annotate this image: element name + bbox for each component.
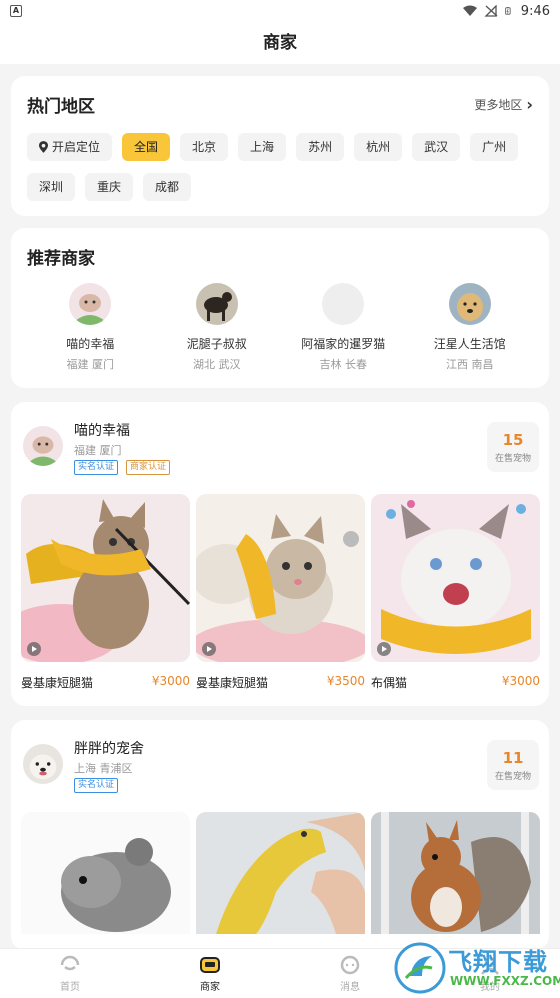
- avatar: [69, 283, 112, 325]
- battery-icon: [505, 7, 511, 15]
- hot-regions-title: 热门地区: [27, 97, 95, 117]
- shop-location: 福建 厦门: [74, 444, 122, 457]
- wifi-icon: [462, 5, 477, 16]
- pet-card[interactable]: 曼基康短腿猫 ¥3000: [21, 494, 190, 691]
- pet-photo: [21, 812, 190, 934]
- pet-price: ¥3000: [501, 674, 540, 688]
- region-chip-chengdu[interactable]: 成都: [143, 173, 192, 201]
- pets-on-sale-label: 在售宠物: [494, 454, 531, 464]
- merchant-badge: 商家认证: [126, 460, 171, 475]
- app-notification-icon: A: [10, 5, 22, 17]
- pet-photo: [196, 812, 365, 934]
- chevron-right-icon: ›: [526, 95, 533, 114]
- tab-messages[interactable]: 消息: [280, 949, 420, 998]
- region-chip-chongqing[interactable]: 重庆: [85, 173, 134, 201]
- pet-name: 曼基康短腿猫: [196, 676, 269, 690]
- region-chips: 开启定位 全国 北京 上海 苏州 杭州 武汉 广州 深圳 重庆 成都: [27, 133, 533, 201]
- avatar: [448, 283, 491, 325]
- recommended-merchant-item[interactable]: 汪星人生活馆 江西 南昌: [410, 283, 530, 372]
- pet-price: ¥3000: [151, 674, 190, 688]
- merchant-location: 吉林 长春: [319, 358, 368, 371]
- tab-label: 消息: [340, 982, 360, 993]
- tab-merchants[interactable]: 商家: [140, 949, 280, 998]
- avatar: [23, 744, 63, 784]
- pet-photo: [371, 494, 540, 662]
- pet-photo: [21, 494, 190, 662]
- pet-photo: [196, 494, 365, 662]
- shop-card[interactable]: 胖胖的宠舍 上海 青浦区 实名认证 11 在售宠物: [11, 720, 549, 950]
- region-chip-shenzhen[interactable]: 深圳: [27, 173, 76, 201]
- page-title: 商家: [0, 22, 560, 64]
- pets-on-sale-counter: 15 在售宠物: [487, 422, 539, 472]
- tab-home[interactable]: 首页: [0, 949, 140, 998]
- region-chip-beijing[interactable]: 北京: [180, 133, 229, 161]
- home-icon: [60, 955, 80, 971]
- pets-on-sale-count: 15: [502, 431, 524, 449]
- shop-name: 喵的幸福: [74, 423, 130, 439]
- merchant-name: 喵的幸福: [66, 337, 115, 351]
- hot-regions-card: 热门地区 更多地区 › 开启定位 全国 北京 上海 苏州 杭州 武汉 广州 深圳…: [11, 76, 549, 216]
- merchant-location: 福建 厦门: [66, 358, 115, 371]
- profile-icon: [481, 956, 499, 975]
- merchant-name: 泥腿子叔叔: [186, 337, 247, 351]
- pet-name: 曼基康短腿猫: [21, 676, 94, 690]
- enable-location-label: 开启定位: [52, 140, 101, 154]
- shop-location: 上海 青浦区: [74, 762, 133, 775]
- region-chip-all[interactable]: 全国: [122, 133, 171, 161]
- region-chip-guangzhou[interactable]: 广州: [470, 133, 519, 161]
- pet-card[interactable]: 曼基康短腿猫 ¥3500: [196, 494, 365, 691]
- status-bar: A 9:46: [0, 0, 560, 22]
- more-regions-link[interactable]: 更多地区 ›: [474, 95, 533, 114]
- avatar: [23, 426, 63, 466]
- pet-card[interactable]: [371, 812, 540, 934]
- shop-name: 胖胖的宠舍: [74, 741, 144, 757]
- video-play-icon: [27, 642, 41, 656]
- verified-badge: 实名认证: [74, 778, 119, 793]
- enable-location-chip[interactable]: 开启定位: [27, 133, 113, 161]
- merchant-name: 汪星人生活馆: [433, 337, 506, 351]
- recommended-merchant-item[interactable]: 阿福家的暹罗猫 吉林 长春: [283, 283, 403, 372]
- tab-label: 我的: [480, 982, 500, 993]
- tab-label: 首页: [60, 982, 80, 993]
- more-regions-label: 更多地区: [474, 98, 523, 112]
- avatar: [322, 283, 365, 325]
- recommended-merchant-item[interactable]: 泥腿子叔叔 湖北 武汉: [157, 283, 277, 372]
- tab-label: 商家: [200, 982, 220, 993]
- pet-card[interactable]: 布偶猫 ¥3000: [371, 494, 540, 691]
- message-icon: [340, 955, 360, 975]
- location-pin-icon: [39, 141, 48, 153]
- no-signal-icon: [484, 5, 498, 17]
- pet-photo: [371, 812, 540, 934]
- bottom-tab-bar: 首页 商家 消息 我的: [0, 948, 560, 998]
- pets-on-sale-label: 在售宠物: [494, 772, 531, 782]
- region-chip-wuhan[interactable]: 武汉: [412, 133, 461, 161]
- pet-card[interactable]: [21, 812, 190, 934]
- avatar: [195, 283, 238, 325]
- recommended-merchants-card: 推荐商家 喵的幸福 福建 厦门 泥腿子叔叔 湖北 武汉 阿福家的暹罗猫 吉林 长…: [11, 228, 549, 388]
- shop-icon: [200, 957, 220, 973]
- region-chip-hangzhou[interactable]: 杭州: [354, 133, 403, 161]
- pet-card[interactable]: [196, 812, 365, 934]
- pets-on-sale-counter: 11 在售宠物: [487, 740, 539, 790]
- merchant-location: 江西 南昌: [446, 358, 494, 371]
- video-play-icon: [377, 642, 391, 656]
- merchant-name: 阿福家的暹罗猫: [301, 337, 386, 351]
- merchant-location: 湖北 武汉: [193, 358, 241, 371]
- pets-on-sale-count: 11: [502, 749, 524, 767]
- shop-card[interactable]: 喵的幸福 福建 厦门 实名认证 商家认证 15 在售宠物 曼基康短腿猫 ¥300…: [11, 402, 549, 706]
- recommended-merchant-item[interactable]: 喵的幸福 福建 厦门: [30, 283, 150, 372]
- video-play-icon: [202, 642, 216, 656]
- recommended-title: 推荐商家: [27, 249, 95, 269]
- region-chip-suzhou[interactable]: 苏州: [296, 133, 345, 161]
- region-chip-shanghai[interactable]: 上海: [238, 133, 287, 161]
- verified-badge: 实名认证: [74, 460, 119, 475]
- clock: 9:46: [520, 3, 550, 19]
- pet-price: ¥3500: [326, 674, 365, 688]
- tab-profile[interactable]: 我的: [420, 949, 560, 998]
- pet-name: 布偶猫: [371, 676, 408, 690]
